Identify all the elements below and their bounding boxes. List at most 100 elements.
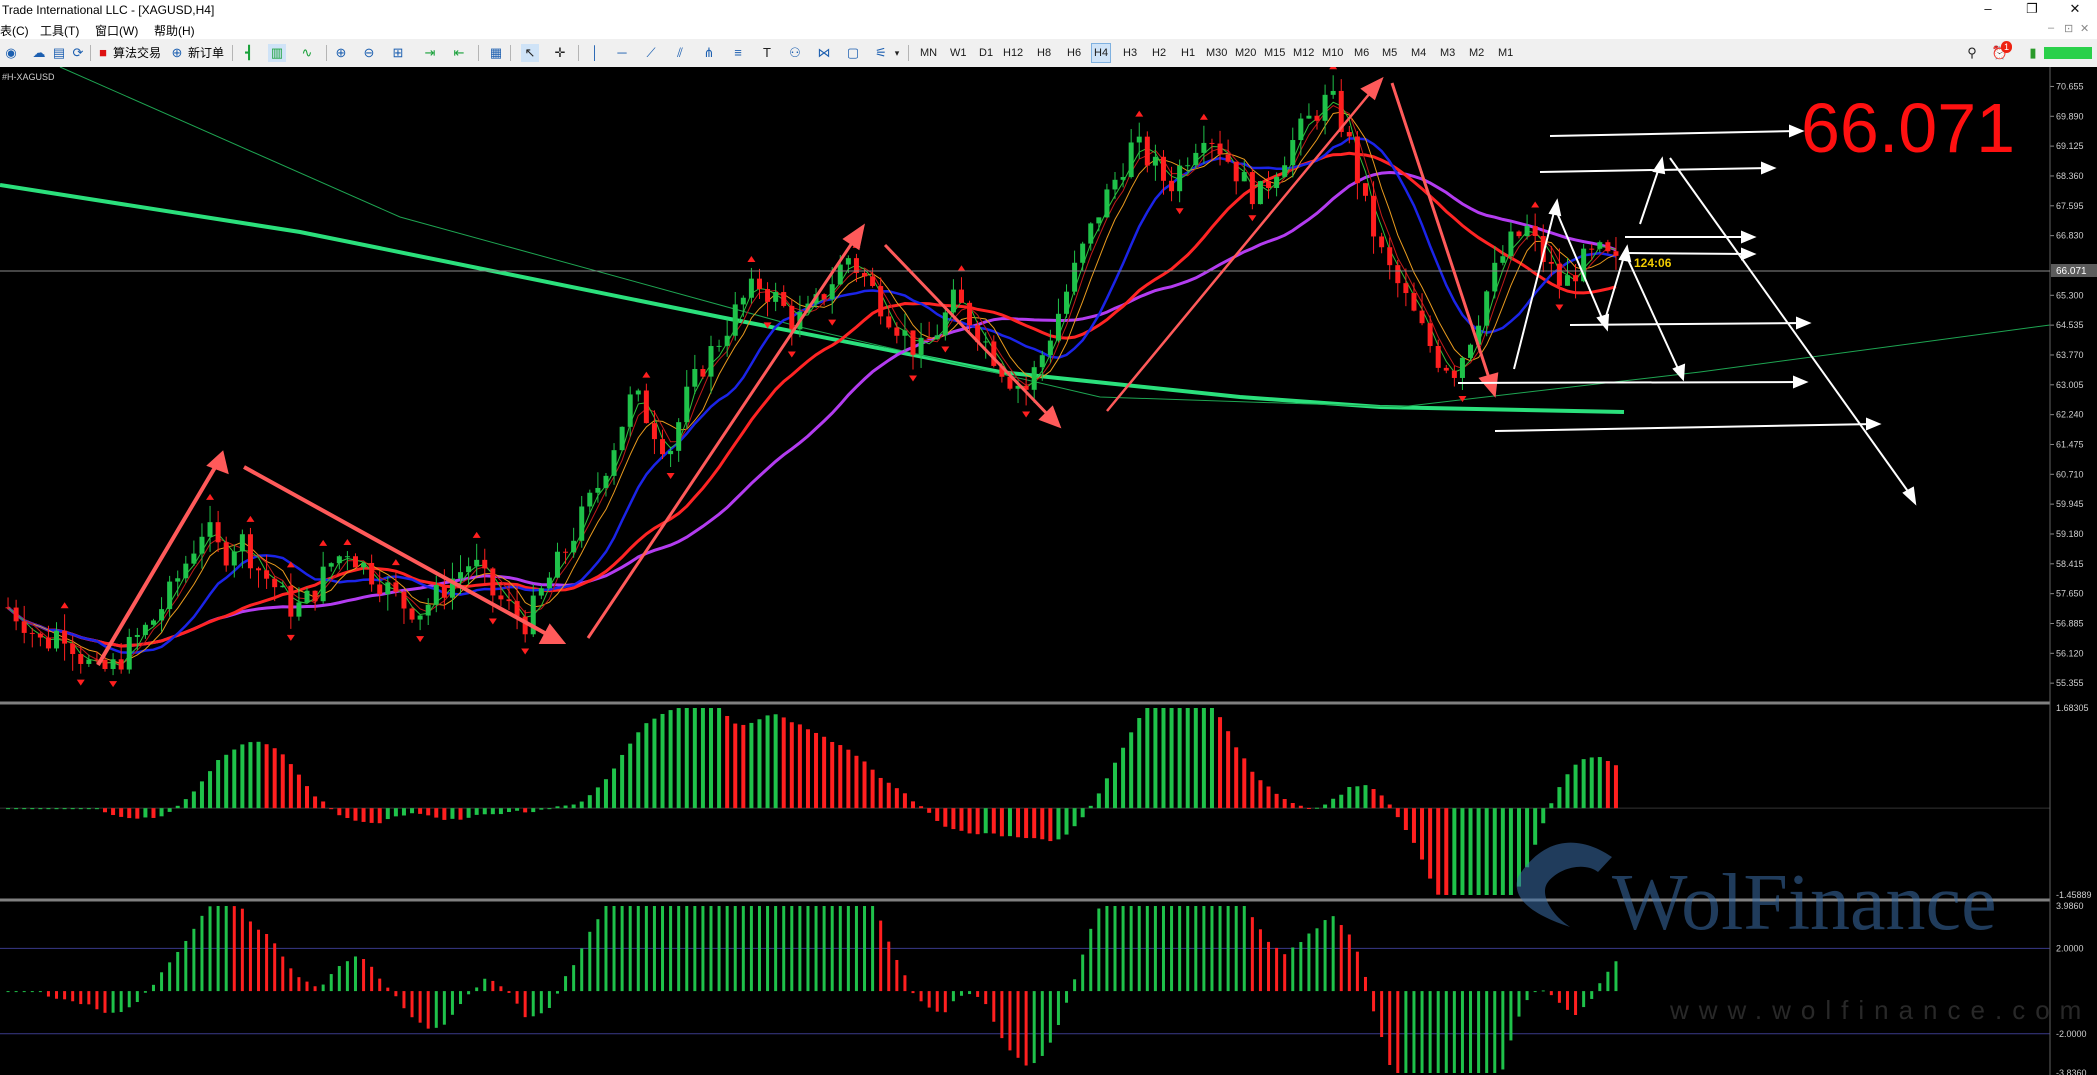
indicator1-bar <box>353 808 358 821</box>
grid-icon[interactable]: ⊞ <box>389 44 407 62</box>
trendline-icon[interactable]: ⟋ <box>642 44 660 62</box>
candle-body <box>425 604 431 616</box>
fib-time-icon[interactable]: ⋈ <box>815 44 833 62</box>
indicator2-bar <box>281 956 285 992</box>
crosshair-icon[interactable]: ✛ <box>551 44 569 62</box>
candle-body <box>433 584 439 605</box>
cursor-icon[interactable]: ↖ <box>521 44 539 62</box>
candle-body <box>458 572 464 579</box>
candle-body <box>1209 142 1215 144</box>
indicator2-bar <box>951 991 955 1002</box>
candle-body <box>62 630 68 644</box>
candle-body <box>1031 367 1037 390</box>
pitchfork-icon[interactable]: ⋔ <box>700 44 718 62</box>
indicator2-bar <box>305 981 309 992</box>
text-icon[interactable]: T <box>758 44 776 62</box>
refresh-icon[interactable]: ⟳ <box>69 44 87 62</box>
tab-timeframe[interactable]: M4 <box>1409 44 1428 62</box>
tab-timeframe[interactable]: H1 <box>1179 44 1197 62</box>
price-axis-label: 67.595 <box>2056 201 2084 211</box>
menu-item-window[interactable]: 窗口(W) <box>95 22 138 39</box>
minimize-button[interactable]: – <box>1966 0 2010 19</box>
horizontal-line-icon[interactable]: ─ <box>613 44 631 62</box>
price-chart[interactable]: 70.655 69.890 69.125 68.360 67.595 66.830 65.3… <box>0 67 2097 1075</box>
new-order-icon[interactable]: ⊕ <box>168 44 186 62</box>
menu-item-help[interactable]: 帮助(H) <box>154 22 195 39</box>
candlestick-chart-icon[interactable]: ▥ <box>268 44 286 62</box>
fibonacci-icon[interactable]: ≡ <box>729 44 747 62</box>
bar-chart-icon[interactable]: ┫ <box>240 44 258 62</box>
tab-timeframe[interactable]: M30 <box>1204 44 1229 62</box>
tab-timeframe[interactable]: H6 <box>1065 44 1083 62</box>
indicator1-bar <box>1040 808 1045 840</box>
restore-button[interactable]: ❐ <box>2010 0 2054 19</box>
menu-item-tools[interactable]: 工具(T) <box>40 22 79 39</box>
indicator2-bar <box>95 991 99 1010</box>
new-order-button[interactable]: 新订单 <box>188 43 224 63</box>
line-chart-icon[interactable]: ∿ <box>298 44 316 62</box>
candle-body <box>86 659 92 664</box>
indicator2-bar <box>1598 983 1602 992</box>
candle-body <box>37 633 43 638</box>
algo-trading-icon[interactable]: ■ <box>94 44 112 62</box>
tab-timeframe[interactable]: H3 <box>1121 44 1139 62</box>
tab-timeframe[interactable]: M1 <box>1496 44 1515 62</box>
tab-timeframe[interactable]: H8 <box>1035 44 1053 62</box>
menu-item-chart[interactable]: 表(C) <box>0 22 29 39</box>
candle-body <box>1047 340 1053 356</box>
indicator1-bar <box>1242 758 1247 809</box>
algo-trading-button[interactable]: 算法交易 <box>113 43 161 63</box>
indicator1-bar <box>191 791 196 809</box>
chart-shift-icon[interactable]: ⇤ <box>450 44 468 62</box>
rectangle-icon[interactable]: ▢ <box>844 44 862 62</box>
indicator2-bar <box>55 991 59 999</box>
tab-timeframe[interactable]: M15 <box>1262 44 1287 62</box>
candle-body <box>110 659 116 669</box>
close-button[interactable]: ✕ <box>2053 0 2097 19</box>
tab-timeframe[interactable]: M12 <box>1291 44 1316 62</box>
candle-body <box>264 570 270 579</box>
indicator1-bar <box>523 808 528 813</box>
child-minimize-button[interactable]: – <box>2048 22 2054 34</box>
tab-timeframe[interactable]: M20 <box>1233 44 1258 62</box>
tab-timeframe[interactable]: M10 <box>1320 44 1345 62</box>
search-icon[interactable]: ⚲ <box>1963 44 1981 62</box>
tab-timeframe-active[interactable]: H4 <box>1091 43 1112 63</box>
templates-icon[interactable]: ▦ <box>487 44 505 62</box>
tab-timeframe[interactable]: M5 <box>1380 44 1399 62</box>
indicator2-bar <box>79 991 83 1005</box>
shapes-icon[interactable]: ⚇ <box>786 44 804 62</box>
cloud-icon[interactable]: ☁ <box>30 44 48 62</box>
tab-timeframe[interactable]: D1 <box>977 44 995 62</box>
tab-timeframe[interactable]: M6 <box>1352 44 1371 62</box>
vertical-line-icon[interactable]: │ <box>586 44 604 62</box>
tab-timeframe[interactable]: H12 <box>1001 44 1025 62</box>
indicator2-bar <box>1008 991 1012 1051</box>
indicator1-bar <box>1452 808 1457 895</box>
indicator1-bar <box>426 808 431 816</box>
price-axis-label: 61.475 <box>2056 439 2084 449</box>
zoom-in-icon[interactable]: ⊕ <box>332 44 350 62</box>
candle-body <box>643 390 649 424</box>
indicator2-bar <box>289 968 293 992</box>
tab-timeframe[interactable]: H2 <box>1150 44 1168 62</box>
channel-icon[interactable]: ⫽ <box>671 44 689 62</box>
indicator2-bar <box>143 991 147 993</box>
indicator2-bar <box>959 991 963 996</box>
market-icon[interactable]: ▤ <box>50 44 68 62</box>
candle-body <box>660 439 666 455</box>
tab-timeframe[interactable]: MN <box>918 44 939 62</box>
indicator2-bar <box>30 991 34 993</box>
tab-timeframe[interactable]: M3 <box>1438 44 1457 62</box>
indicator1-bar <box>1363 785 1368 809</box>
zoom-out-icon[interactable]: ⊖ <box>360 44 378 62</box>
child-restore-button[interactable]: ⊡ <box>2064 22 2073 35</box>
signal-icon[interactable]: ◉ <box>2 44 20 62</box>
child-close-button[interactable]: ✕ <box>2080 22 2089 35</box>
chevron-down-icon[interactable]: ▾ <box>888 44 906 62</box>
indicator2-bar <box>321 984 325 992</box>
indicator1-bar <box>450 808 455 819</box>
tab-timeframe[interactable]: M2 <box>1467 44 1486 62</box>
autoscroll-icon[interactable]: ⇥ <box>421 44 439 62</box>
tab-timeframe[interactable]: W1 <box>948 44 969 62</box>
